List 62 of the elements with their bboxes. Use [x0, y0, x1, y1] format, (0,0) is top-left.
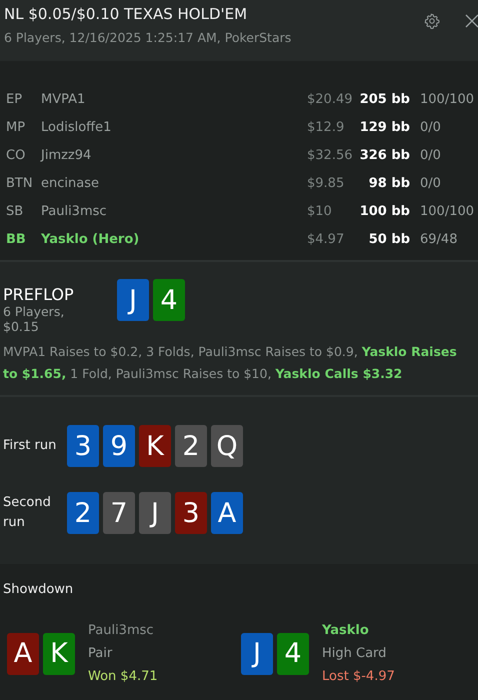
position-label: EP [6, 92, 24, 106]
player-name: Yasklo (Hero) [41, 232, 140, 246]
player-name: encinase [41, 176, 100, 190]
big-blinds: 50 bb [368, 232, 410, 246]
player-stats: 100/100 [420, 92, 474, 106]
position-label: SB [6, 204, 24, 218]
stack-amount: $20.49 [307, 92, 354, 106]
hand-result: Won $4.71 [88, 668, 158, 686]
position-label: BB [6, 232, 27, 246]
playing-card: Q [211, 425, 243, 467]
run-label: Second run [3, 494, 52, 532]
player-name: Pauli3msc [88, 622, 155, 640]
big-blinds: 129 bb [359, 120, 410, 134]
big-blinds: 100 bb [359, 204, 410, 218]
stack-amount: $4.97 [307, 232, 346, 246]
playing-card: J [241, 632, 273, 674]
player-stats: 69/48 [420, 232, 458, 246]
playing-card: 3 [67, 425, 99, 467]
street-info: 6 Players, $0.15 [3, 304, 66, 334]
action-summary: MVPA1 Raises to $0.2, 3 Folds, Pauli3msc Raises to $0.9, Yasklo Raises to $1.65, 1 Fold, Pauli3msc Raises to $10, Yasklo Calls $3.32 [3, 343, 458, 383]
playing-card: 4 [153, 279, 185, 321]
player-name: MVPA1 [41, 92, 86, 106]
hand-result: Lost $-4.97 [322, 668, 395, 686]
close-icon[interactable] [464, 13, 478, 29]
big-blinds: 205 bb [359, 92, 410, 106]
playing-card: 3 [175, 492, 207, 534]
street-title: PREFLOP [3, 285, 75, 304]
hand-rank: High Card [322, 645, 388, 663]
player-name: Pauli3msc [41, 204, 108, 218]
settings-icon[interactable] [424, 13, 440, 29]
run-label: First run [3, 437, 58, 455]
player-name: Lodisloffe1 [41, 120, 112, 134]
hand-subtitle: 6 Players, 12/16/2025 1:25:17 AM, PokerStars [4, 30, 292, 45]
player-name: Yasklo [322, 622, 370, 640]
playing-card: 7 [103, 492, 135, 534]
hand-title: NL $0.05/$0.10 TEXAS HOLD'EM [4, 5, 248, 23]
player-stats: 0/0 [420, 148, 441, 162]
player-stats: 100/100 [420, 204, 474, 218]
playing-card: 4 [277, 632, 309, 674]
stack-amount: $32.56 [307, 148, 354, 162]
playing-card: 2 [67, 492, 99, 534]
playing-card: 9 [103, 425, 135, 467]
playing-card: J [117, 279, 149, 321]
stack-amount: $12.9 [307, 120, 346, 134]
showdown-title: Showdown [3, 582, 74, 597]
position-label: CO [6, 148, 26, 162]
playing-card: K [43, 632, 75, 674]
stack-amount: $9.85 [307, 176, 346, 190]
stack-amount: $10 [307, 204, 333, 218]
position-label: BTN [6, 176, 34, 190]
position-label: MP [6, 120, 26, 134]
player-stats: 0/0 [420, 120, 441, 134]
player-stats: 0/0 [420, 176, 441, 190]
player-name: Jimzz94 [41, 148, 92, 162]
big-blinds: 326 bb [359, 148, 410, 162]
hand-rank: Pair [88, 645, 114, 663]
playing-card: K [139, 425, 171, 467]
playing-card: A [7, 632, 39, 674]
playing-card: 2 [175, 425, 207, 467]
big-blinds: 98 bb [368, 176, 410, 190]
playing-card: J [139, 492, 171, 534]
playing-card: A [211, 492, 243, 534]
